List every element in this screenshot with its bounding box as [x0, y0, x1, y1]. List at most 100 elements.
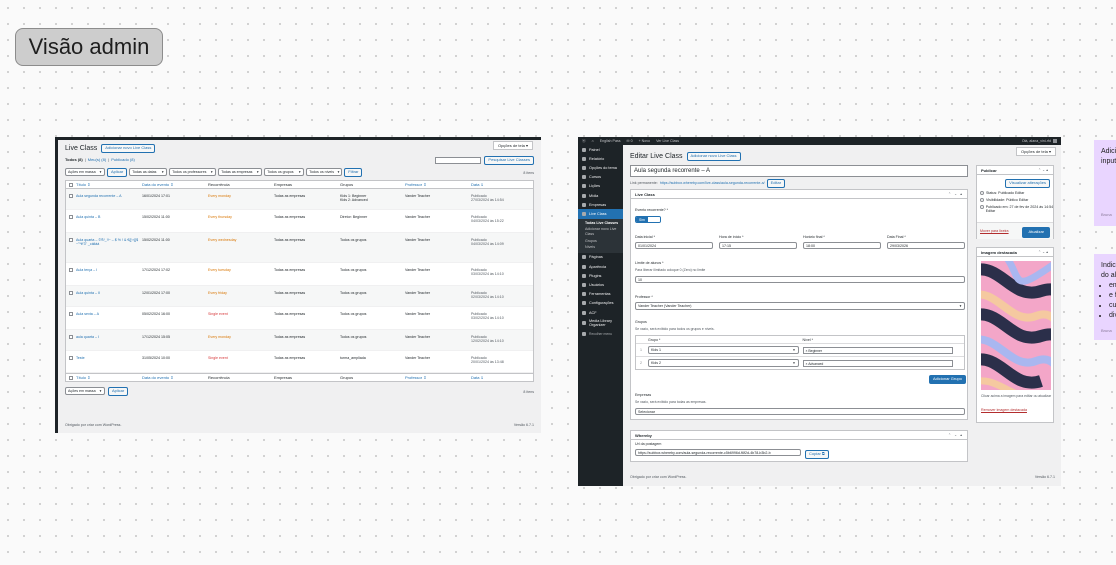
search-input[interactable]: [435, 156, 482, 164]
level-select[interactable]: × Beginner: [802, 346, 953, 354]
admin-bar-view[interactable]: Ver Live Class: [656, 139, 679, 143]
row-title-link[interactable]: Aula terça – I: [76, 268, 142, 272]
meta-box-arrows-icon[interactable]: ⌃ ⌄ ▴: [948, 192, 963, 196]
row-checkbox[interactable]: [69, 194, 73, 198]
menu-plugins[interactable]: Plugins: [578, 271, 623, 280]
add-new-button[interactable]: Adicionar novo Live Class: [101, 144, 156, 153]
bulk-action-select[interactable]: Ações em massa ▼: [65, 168, 105, 177]
row-title-link[interactable]: Aula sexta – A: [76, 312, 142, 316]
start-time-input[interactable]: 17:15: [719, 242, 797, 249]
row-checkbox[interactable]: [69, 291, 73, 295]
teacher-select[interactable]: Vander Teacher (Vander Teacher) ▼: [635, 302, 965, 310]
row-checkbox[interactable]: [69, 335, 73, 339]
row-drag-handle[interactable]: 1: [636, 348, 646, 352]
apply-button[interactable]: Aplicar: [108, 387, 129, 396]
menu-collapse[interactable]: Recolher menu: [578, 329, 623, 338]
admin-bar-comments[interactable]: ✉ 0: [627, 139, 633, 143]
screen-options-button[interactable]: Opções de tela ▾: [1015, 147, 1056, 156]
view-all[interactable]: Todos (8): [65, 157, 83, 162]
submenu-add-new[interactable]: Adicionar novo Live Class: [578, 226, 623, 237]
wordpress-logo-icon[interactable]: ⓦ: [582, 139, 586, 144]
remove-featured-image-link[interactable]: Remover imagem destacada: [981, 408, 1027, 412]
sticky-note[interactable]: Indica do alu em e fi cur div Bruna: [1094, 254, 1116, 340]
search-button[interactable]: Pesquisar Live Classes: [484, 156, 534, 165]
menu-empresas[interactable]: Empresas: [578, 200, 623, 209]
select-all-checkbox[interactable]: [69, 375, 73, 380]
filter-groups[interactable]: Todos os grupos ▼: [264, 168, 305, 177]
submenu-levels[interactable]: Níveis: [578, 244, 623, 251]
meta-box-header[interactable]: Whereby ⌃ ⌄ ▴: [631, 431, 967, 440]
meta-box-header[interactable]: Publicar ⌃⌄▴: [977, 166, 1053, 175]
featured-image-thumbnail[interactable]: [981, 261, 1051, 390]
admin-bar-new[interactable]: + Novo: [639, 139, 651, 143]
admin-bar-site[interactable]: English Pass: [600, 139, 621, 143]
menu-cursos[interactable]: Cursos: [578, 173, 623, 182]
row-drag-handle[interactable]: 2: [636, 361, 646, 365]
menu-live-class[interactable]: Live Class: [578, 209, 623, 219]
row-checkbox[interactable]: [69, 268, 73, 272]
row-checkbox[interactable]: [69, 215, 73, 219]
admin-bar-home-icon[interactable]: ⌂: [592, 139, 594, 143]
group-select[interactable]: Kids 1 ▼: [648, 346, 799, 354]
row-title-link[interactable]: Teste: [76, 356, 142, 360]
col-title[interactable]: Título ⇕: [76, 375, 142, 380]
row-title-link[interactable]: Aula quinta – B: [76, 215, 142, 219]
row-checkbox[interactable]: [69, 356, 73, 360]
menu-ferramentas[interactable]: Ferramentas: [578, 290, 623, 299]
row-title-link[interactable]: Aula quinta – II: [76, 291, 142, 295]
col-date[interactable]: Data ⇓: [471, 182, 533, 187]
start-date-input[interactable]: 01/01/2024: [635, 242, 713, 249]
group-select[interactable]: Kids 2 ▼: [648, 359, 799, 367]
admin-bar-user[interactable]: Olá, alana_vini-rfd: [1022, 139, 1051, 143]
copy-url-button[interactable]: Copiar ⧉: [805, 450, 829, 459]
whereby-url-input[interactable]: https://subbox.whereby.com/aula-segunda-…: [635, 449, 801, 456]
filter-levels[interactable]: Todos os níveis ▼: [306, 168, 343, 177]
select-all-checkbox[interactable]: [69, 182, 73, 187]
menu-aparencia[interactable]: Aparência: [578, 262, 623, 271]
view-published[interactable]: Publicado (8): [111, 157, 135, 162]
permalink-edit-button[interactable]: Editar: [766, 179, 786, 188]
menu-paginas[interactable]: Páginas: [578, 253, 623, 262]
meta-box-header[interactable]: Imagem destacada ⌃⌄▴: [977, 248, 1053, 257]
preview-changes-button[interactable]: Visualizar alterações: [1005, 179, 1050, 188]
meta-box-arrows-icon[interactable]: ⌃ ⌄ ▴: [948, 433, 963, 437]
submenu-all-live-classes[interactable]: Todas Live Classes: [578, 220, 623, 227]
meta-box-header[interactable]: Live Class ⌃ ⌄ ▴: [631, 190, 967, 199]
menu-usuarios[interactable]: Usuários: [578, 280, 623, 289]
filter-button[interactable]: Filtrar: [344, 168, 363, 177]
submenu-groups[interactable]: Grupos: [578, 238, 623, 245]
level-select[interactable]: × Advanced: [802, 359, 953, 367]
row-checkbox[interactable]: [69, 312, 73, 316]
row-checkbox[interactable]: [69, 238, 73, 242]
end-time-input[interactable]: 18:00: [803, 242, 881, 249]
col-event-date[interactable]: Data do evento ⇕: [142, 375, 208, 380]
bulk-action-select[interactable]: Ações em massa ▼: [65, 387, 105, 396]
avatar[interactable]: [1053, 139, 1057, 143]
update-button[interactable]: Atualizar: [1022, 227, 1050, 238]
add-new-button[interactable]: Adicionar novo Live Class: [686, 152, 741, 161]
add-group-button[interactable]: Adicionar Grupo: [929, 375, 966, 384]
filter-companies[interactable]: Todas as empresas ▼: [218, 168, 263, 177]
recurring-toggle[interactable]: Sim: [635, 216, 661, 223]
menu-licoes[interactable]: Lições: [578, 182, 623, 191]
row-title-link[interactable]: aula quarta – I: [76, 335, 142, 339]
row-title-link[interactable]: Aula quarta – ©®/_!!~ – $ % ! & €{[‹›}]$…: [76, 238, 142, 246]
post-title-input[interactable]: Aula segunda recorrente – A: [630, 165, 968, 177]
permalink-url[interactable]: https://subbox.whereby.com/live-class/au…: [660, 181, 765, 185]
menu-acf[interactable]: ACF: [578, 308, 623, 317]
filter-dates[interactable]: Todas as datas ▼: [129, 168, 168, 177]
col-event-date[interactable]: Data do evento ⇕: [142, 182, 208, 187]
menu-painel[interactable]: Painel: [578, 145, 623, 154]
companies-select[interactable]: Selecionar: [635, 408, 965, 415]
menu-media-library-organizer[interactable]: Media Library Organizer: [578, 317, 623, 329]
meta-box-arrows-icon[interactable]: ⌃⌄▴: [1038, 168, 1049, 172]
move-to-trash-link[interactable]: Mover para lixeira: [980, 229, 1009, 233]
view-mine[interactable]: Meu(s) (8): [88, 157, 106, 162]
end-date-input[interactable]: 29/03/2026: [887, 242, 965, 249]
col-teacher[interactable]: Professor ⇕: [405, 182, 471, 187]
col-teacher[interactable]: Professor ⇕: [405, 375, 471, 380]
filter-teachers[interactable]: Todos os professores ▼: [169, 168, 217, 177]
menu-midia[interactable]: Mídia: [578, 191, 623, 200]
col-date[interactable]: Data ⇓: [471, 375, 533, 380]
sticky-note[interactable]: Adici input Bruna: [1094, 140, 1116, 226]
